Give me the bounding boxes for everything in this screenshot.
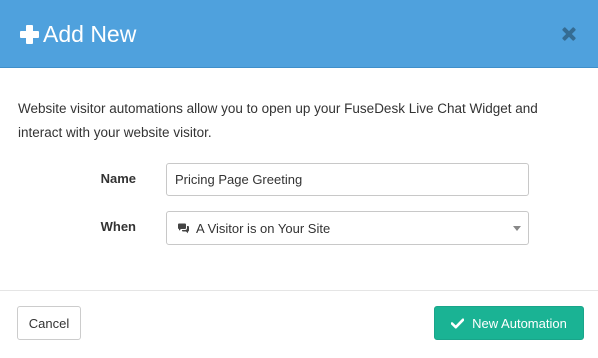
modal-header: Add New (0, 0, 598, 68)
description-text: Website visitor automations allow you to… (18, 101, 538, 140)
add-new-modal: Add New Website visitor automations allo… (0, 0, 598, 358)
when-label: When (100, 219, 136, 234)
name-label: Name (100, 171, 136, 186)
cancel-button[interactable]: Cancel (17, 306, 81, 340)
check-icon (451, 318, 465, 328)
plus-icon (20, 24, 39, 44)
comments-icon (178, 223, 189, 233)
caret-down-icon (513, 226, 521, 231)
modal-title-text: Add New (43, 21, 137, 47)
when-select[interactable]: A Visitor is on Your Site (166, 211, 529, 245)
when-select-value: A Visitor is on Your Site (196, 220, 331, 236)
name-input[interactable] (166, 163, 529, 196)
new-automation-label: New Automation (472, 315, 567, 331)
close-icon[interactable] (560, 25, 578, 43)
modal-title: Add New (20, 20, 136, 48)
new-automation-button[interactable]: New Automation (434, 306, 584, 340)
